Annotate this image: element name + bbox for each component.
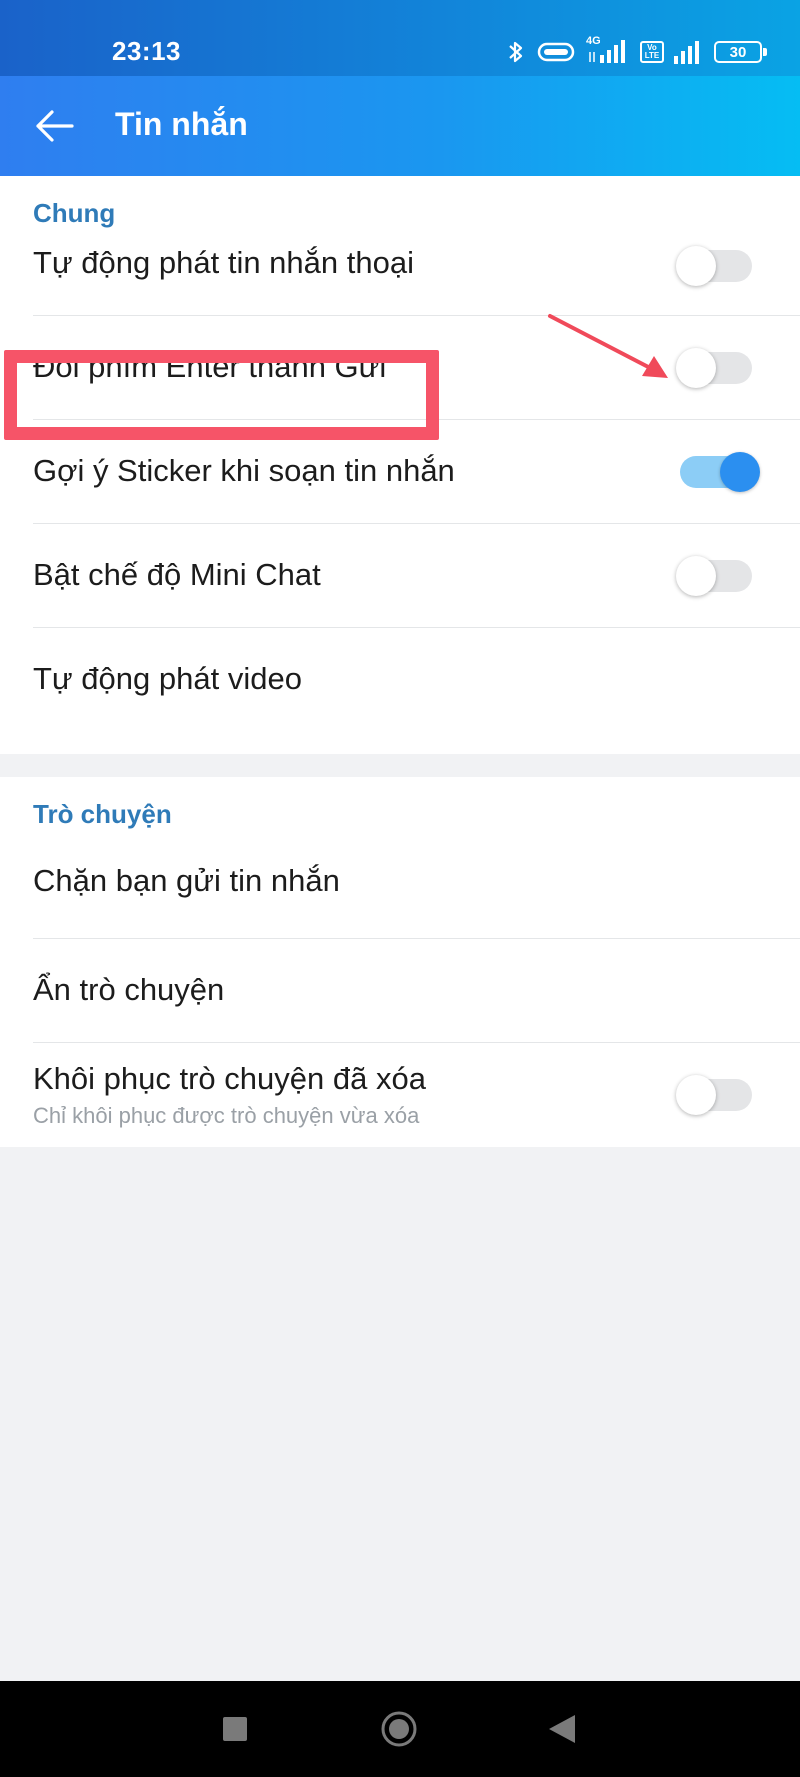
setting-row-restore-conversation[interactable]: Khôi phục trò chuyện đã xóa Chỉ khôi phụ…: [0, 1043, 800, 1147]
section-header-conversation: Trò chuyện: [33, 799, 172, 829]
recent-apps-button[interactable]: [189, 1681, 279, 1777]
navigation-bar: [0, 1681, 800, 1777]
setting-label: Tự động phát video: [33, 661, 302, 696]
bluetooth-icon: [509, 41, 523, 63]
section-conversation: Trò chuyện Chặn bạn gửi tin nhắn Ẩn trò …: [0, 777, 800, 1147]
toggle-knob: [676, 556, 716, 596]
back-button[interactable]: [30, 102, 84, 150]
setting-row-auto-play-voice[interactable]: Tự động phát tin nhắn thoại: [0, 212, 800, 316]
arrow-left-icon: [36, 110, 74, 142]
setting-label: Chặn bạn gửi tin nhắn: [33, 863, 340, 898]
data-arrows-icon: [589, 52, 595, 62]
setting-label: Khôi phục trò chuyện đã xóa: [33, 1061, 426, 1096]
setting-row-auto-play-video[interactable]: Tự động phát video: [0, 628, 800, 732]
setting-label: Bật chế độ Mini Chat: [33, 557, 321, 592]
battery-icon: 30: [714, 41, 767, 63]
page-title: Tin nhắn: [115, 106, 248, 142]
volte-badge: Vo LTE: [640, 41, 664, 63]
toggle-switch[interactable]: [680, 452, 760, 492]
setting-label: Gợi ý Sticker khi soạn tin nhắn: [33, 453, 455, 488]
triangle-back-icon: [549, 1715, 575, 1743]
toggle-knob: [720, 452, 760, 492]
annotation-highlight-box: [4, 350, 439, 440]
home-button[interactable]: [354, 1681, 444, 1777]
toggle-knob: [676, 1075, 716, 1115]
setting-sublabel: Chỉ khôi phục được trò chuyện vừa xóa: [33, 1103, 420, 1128]
toggle-switch[interactable]: [676, 1075, 752, 1115]
toggle-switch[interactable]: [676, 348, 752, 388]
toggle-switch[interactable]: [676, 246, 752, 286]
status-bar: 23:13 4G Vo LTE 30: [0, 0, 800, 76]
toggle-knob: [676, 348, 716, 388]
circle-home-icon: [381, 1711, 417, 1747]
setting-label: Ẩn trò chuyện: [33, 972, 225, 1007]
signal-bars-icon: [600, 40, 625, 63]
setting-label: Tự động phát tin nhắn thoại: [33, 245, 414, 280]
back-nav-button[interactable]: [517, 1681, 607, 1777]
vibrate-icon: [537, 42, 575, 62]
battery-level: 30: [729, 43, 747, 61]
signal-bars-icon: [674, 41, 699, 64]
square-recent-apps-icon: [223, 1717, 247, 1741]
signal-4g: 4G: [586, 35, 630, 65]
setting-row-hide-conversation[interactable]: Ẩn trò chuyện: [0, 939, 800, 1043]
app-bar: Tin nhắn: [0, 76, 800, 176]
setting-row-block-messages[interactable]: Chặn bạn gửi tin nhắn: [0, 835, 800, 939]
status-time: 23:13: [112, 36, 181, 66]
annotation-arrow-icon: [548, 314, 668, 378]
toggle-switch[interactable]: [676, 556, 752, 596]
toggle-knob: [676, 246, 716, 286]
network-type-label: 4G: [586, 35, 601, 47]
section-general: Chung Tự động phát tin nhắn thoại Đổi ph…: [0, 176, 800, 754]
setting-row-mini-chat[interactable]: Bật chế độ Mini Chat: [0, 524, 800, 628]
status-icons: 4G Vo LTE 30: [506, 35, 767, 66]
